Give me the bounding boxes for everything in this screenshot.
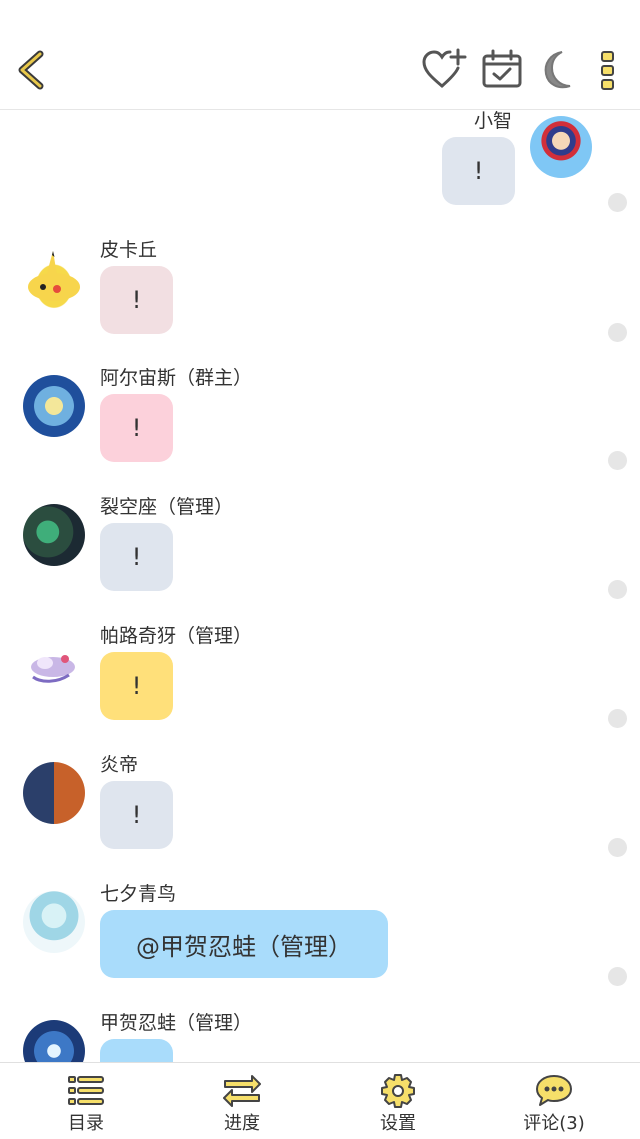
heart-plus-icon[interactable] [420,46,468,94]
status-dot [608,709,627,728]
more-vertical-icon[interactable] [596,46,620,94]
swap-arrows-icon [222,1073,262,1109]
avatar[interactable] [23,891,85,953]
message-bubble[interactable]: @甲贺忍蛙（管理） [100,910,388,978]
sender-name: 小智 [473,110,512,132]
gear-icon [378,1073,418,1109]
tab-label: 评论(3) [523,1113,585,1134]
avatar[interactable] [23,633,85,695]
back-icon[interactable] [10,46,58,94]
message-bubble[interactable]: ! [100,266,173,334]
avatar[interactable] [23,375,85,437]
avatar[interactable] [23,1020,85,1062]
message-bubble[interactable]: ! [100,781,173,849]
top-bar [0,0,640,110]
status-dot [608,838,627,857]
status-dot [608,451,627,470]
sender-name: 炎帝 [100,754,139,776]
avatar[interactable] [23,504,85,566]
sender-name: 皮卡丘 [100,239,158,261]
tab-catalog[interactable]: 目录 [6,1063,166,1139]
tab-label: 目录 [68,1113,104,1134]
status-dot [608,967,627,986]
tab-comments[interactable]: 评论(3) [474,1063,634,1139]
moon-icon[interactable] [532,46,580,94]
comment-bubble-icon [534,1073,574,1109]
sender-name: 阿尔宙斯（群主） [100,367,253,389]
message-bubble[interactable]: ! [100,523,173,591]
status-dot [608,580,627,599]
avatar[interactable] [23,762,85,824]
message-bubble[interactable]: ! [100,394,173,462]
tab-label: 进度 [224,1113,260,1134]
message-bubble[interactable]: ! [442,137,515,205]
tab-settings[interactable]: 设置 [318,1063,478,1139]
sender-name: 甲贺忍蛙（管理） [100,1012,253,1034]
status-dot [608,323,627,342]
chat-list[interactable]: 小智 ! 皮卡丘 ! 阿尔宙斯（群主） ! 裂空座（管理） ! 帕路奇犽（管理）… [0,110,640,1062]
sender-name: 帕路奇犽（管理） [100,625,253,647]
message-bubble[interactable] [100,1039,173,1062]
tab-progress[interactable]: 进度 [162,1063,322,1139]
avatar[interactable] [530,116,592,178]
sender-name: 七夕青鸟 [100,883,177,905]
calendar-check-icon[interactable] [478,46,526,94]
sender-name: 裂空座（管理） [100,496,234,518]
status-dot [608,193,627,212]
avatar[interactable] [23,249,85,311]
list-icon [66,1073,106,1109]
bottom-nav: 目录 进度 设置 评论(3) [0,1062,640,1138]
message-bubble[interactable]: ! [100,652,173,720]
tab-label: 设置 [380,1113,416,1134]
